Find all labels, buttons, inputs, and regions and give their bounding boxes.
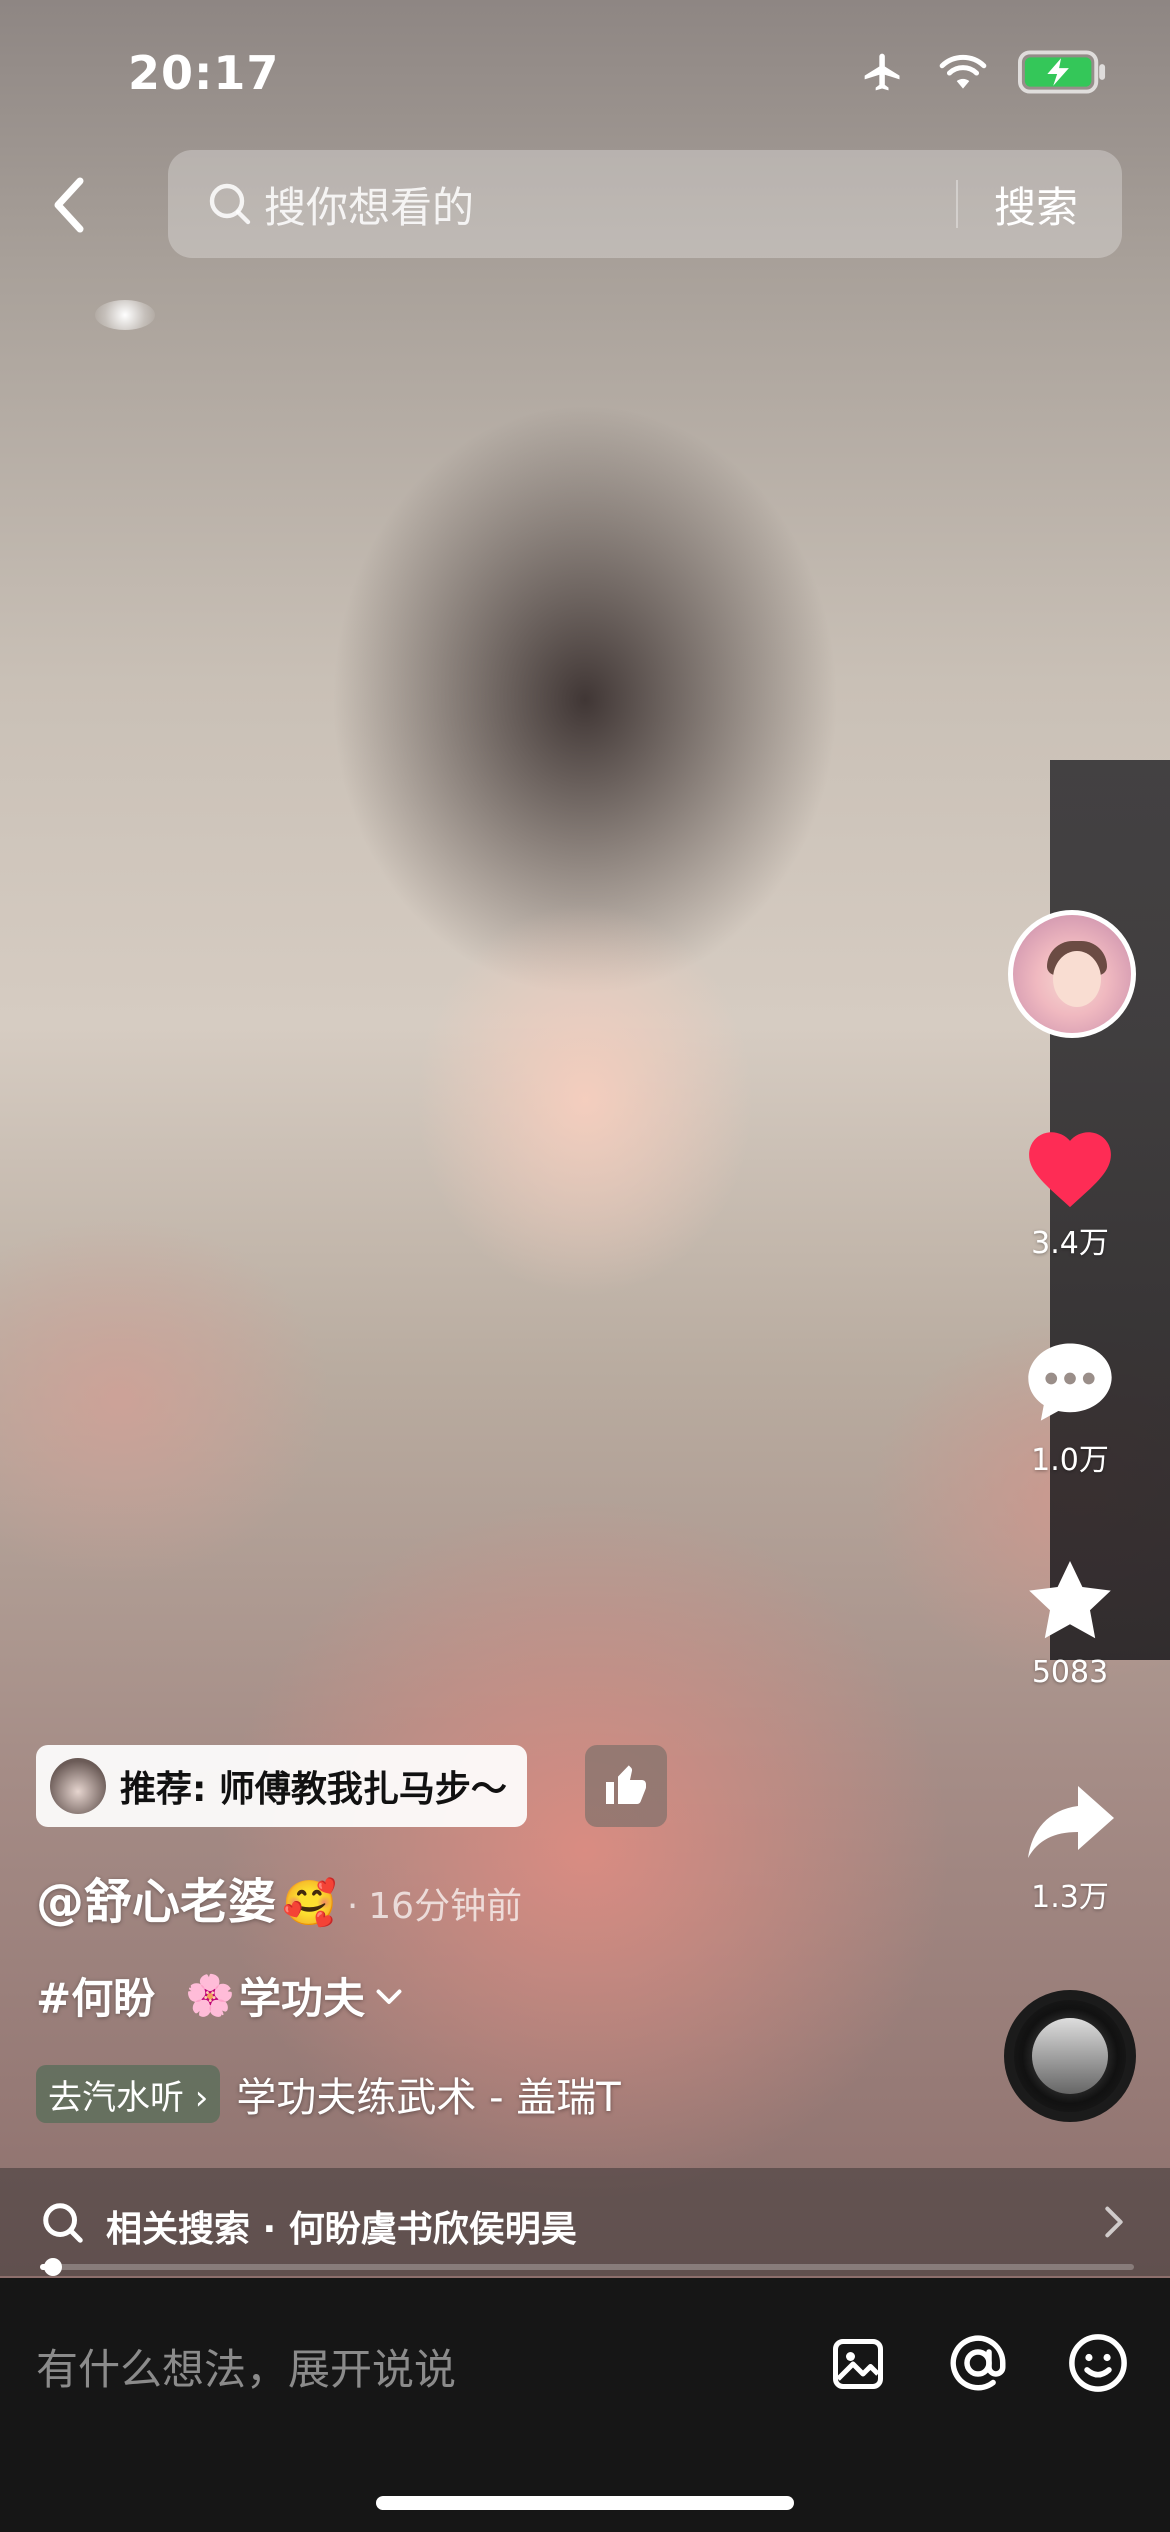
status-time: 20:17	[128, 46, 280, 100]
chevron-down-icon[interactable]	[371, 1978, 407, 2014]
search-divider	[956, 180, 958, 228]
tags-row: #何盼 🌸 学功夫	[36, 1965, 407, 2026]
favorite-count: 5083	[1031, 1655, 1109, 1690]
ceiling-light	[95, 300, 155, 330]
share-button[interactable]: 1.3万	[1000, 1780, 1140, 1916]
music-disc[interactable]	[1004, 1990, 1136, 2122]
heart-icon	[1029, 1132, 1111, 1208]
post-time: 16分钟前	[368, 1886, 523, 1927]
recommend-text: 推荐: 师傅教我扎马步～	[120, 1769, 507, 1810]
search-input[interactable]: 搜你想看的	[264, 174, 474, 235]
at-mention-icon[interactable]	[945, 2330, 1011, 2396]
chevron-left-icon	[54, 177, 84, 233]
wifi-icon	[939, 54, 987, 89]
comment-button[interactable]: 1.0万	[1000, 1335, 1140, 1479]
battery-charging-icon	[1018, 50, 1106, 94]
image-icon[interactable]	[828, 2334, 888, 2394]
hashtag[interactable]: #何盼	[36, 1965, 155, 2026]
chevron-right-icon	[1105, 2206, 1123, 2238]
author-name[interactable]: @舒心老婆	[36, 1862, 276, 1932]
airplane-icon	[864, 53, 900, 91]
related-search-bar[interactable]: 相关搜索 · 何盼虞书欣侯明昊	[0, 2168, 1170, 2276]
tag-emoji: 🌸	[185, 1973, 236, 2019]
author-row: @舒心老婆 🥰 · 16分钟前	[36, 1862, 522, 1932]
comment-bubble-icon	[1028, 1343, 1112, 1421]
share-arrow-icon	[1028, 1786, 1114, 1858]
music-cover	[1032, 2018, 1108, 2094]
comment-bar: 有什么想法，展开说说	[0, 2278, 1170, 2532]
share-count: 1.3万	[1031, 1880, 1109, 1915]
hashtag[interactable]: 学功夫	[239, 1965, 365, 2026]
search-button[interactable]: 搜索	[994, 174, 1078, 235]
related-search-text: 相关搜索 · 何盼虞书欣侯明昊	[106, 2209, 577, 2250]
music-row: 去汽水听 › 学功夫练武术 - 盖瑞T	[36, 2065, 621, 2123]
status-icons	[858, 50, 1108, 94]
favorite-button[interactable]: 5083	[1000, 1555, 1140, 1690]
home-indicator[interactable]	[376, 2496, 794, 2510]
open-in-qishui-button[interactable]: 去汽水听 ›	[36, 2065, 221, 2123]
like-button[interactable]: 3.4万	[1000, 1120, 1140, 1262]
search-icon	[43, 2203, 83, 2243]
progress-knob[interactable]	[44, 2258, 63, 2276]
star-icon	[1029, 1561, 1111, 1639]
like-count: 3.4万	[1031, 1226, 1109, 1261]
avatar-face	[1053, 951, 1101, 1007]
comment-count: 1.0万	[1031, 1443, 1109, 1478]
search-icon	[209, 183, 251, 225]
status-bar: 20:17	[0, 0, 1170, 150]
thumbs-up-button[interactable]	[585, 1745, 667, 1827]
back-button[interactable]	[40, 170, 100, 240]
recommend-chip[interactable]: 推荐: 师傅教我扎马步～	[36, 1745, 527, 1827]
author-avatar[interactable]	[1008, 910, 1136, 1038]
comment-input[interactable]: 有什么想法，展开说说	[36, 2336, 456, 2397]
search-bar[interactable]: 搜你想看的 搜索	[168, 150, 1122, 258]
thumbs-up-icon	[606, 1765, 646, 1804]
recommend-avatar	[50, 1758, 106, 1814]
playback-progress[interactable]	[40, 2258, 1134, 2276]
music-title[interactable]: 学功夫练武术 - 盖瑞T	[236, 2065, 620, 2123]
video-frame[interactable]	[0, 0, 1170, 2278]
emoji-icon[interactable]	[1065, 2330, 1131, 2396]
author-emoji: 🥰	[282, 1878, 337, 1929]
separator-dot: ·	[346, 1886, 359, 1927]
